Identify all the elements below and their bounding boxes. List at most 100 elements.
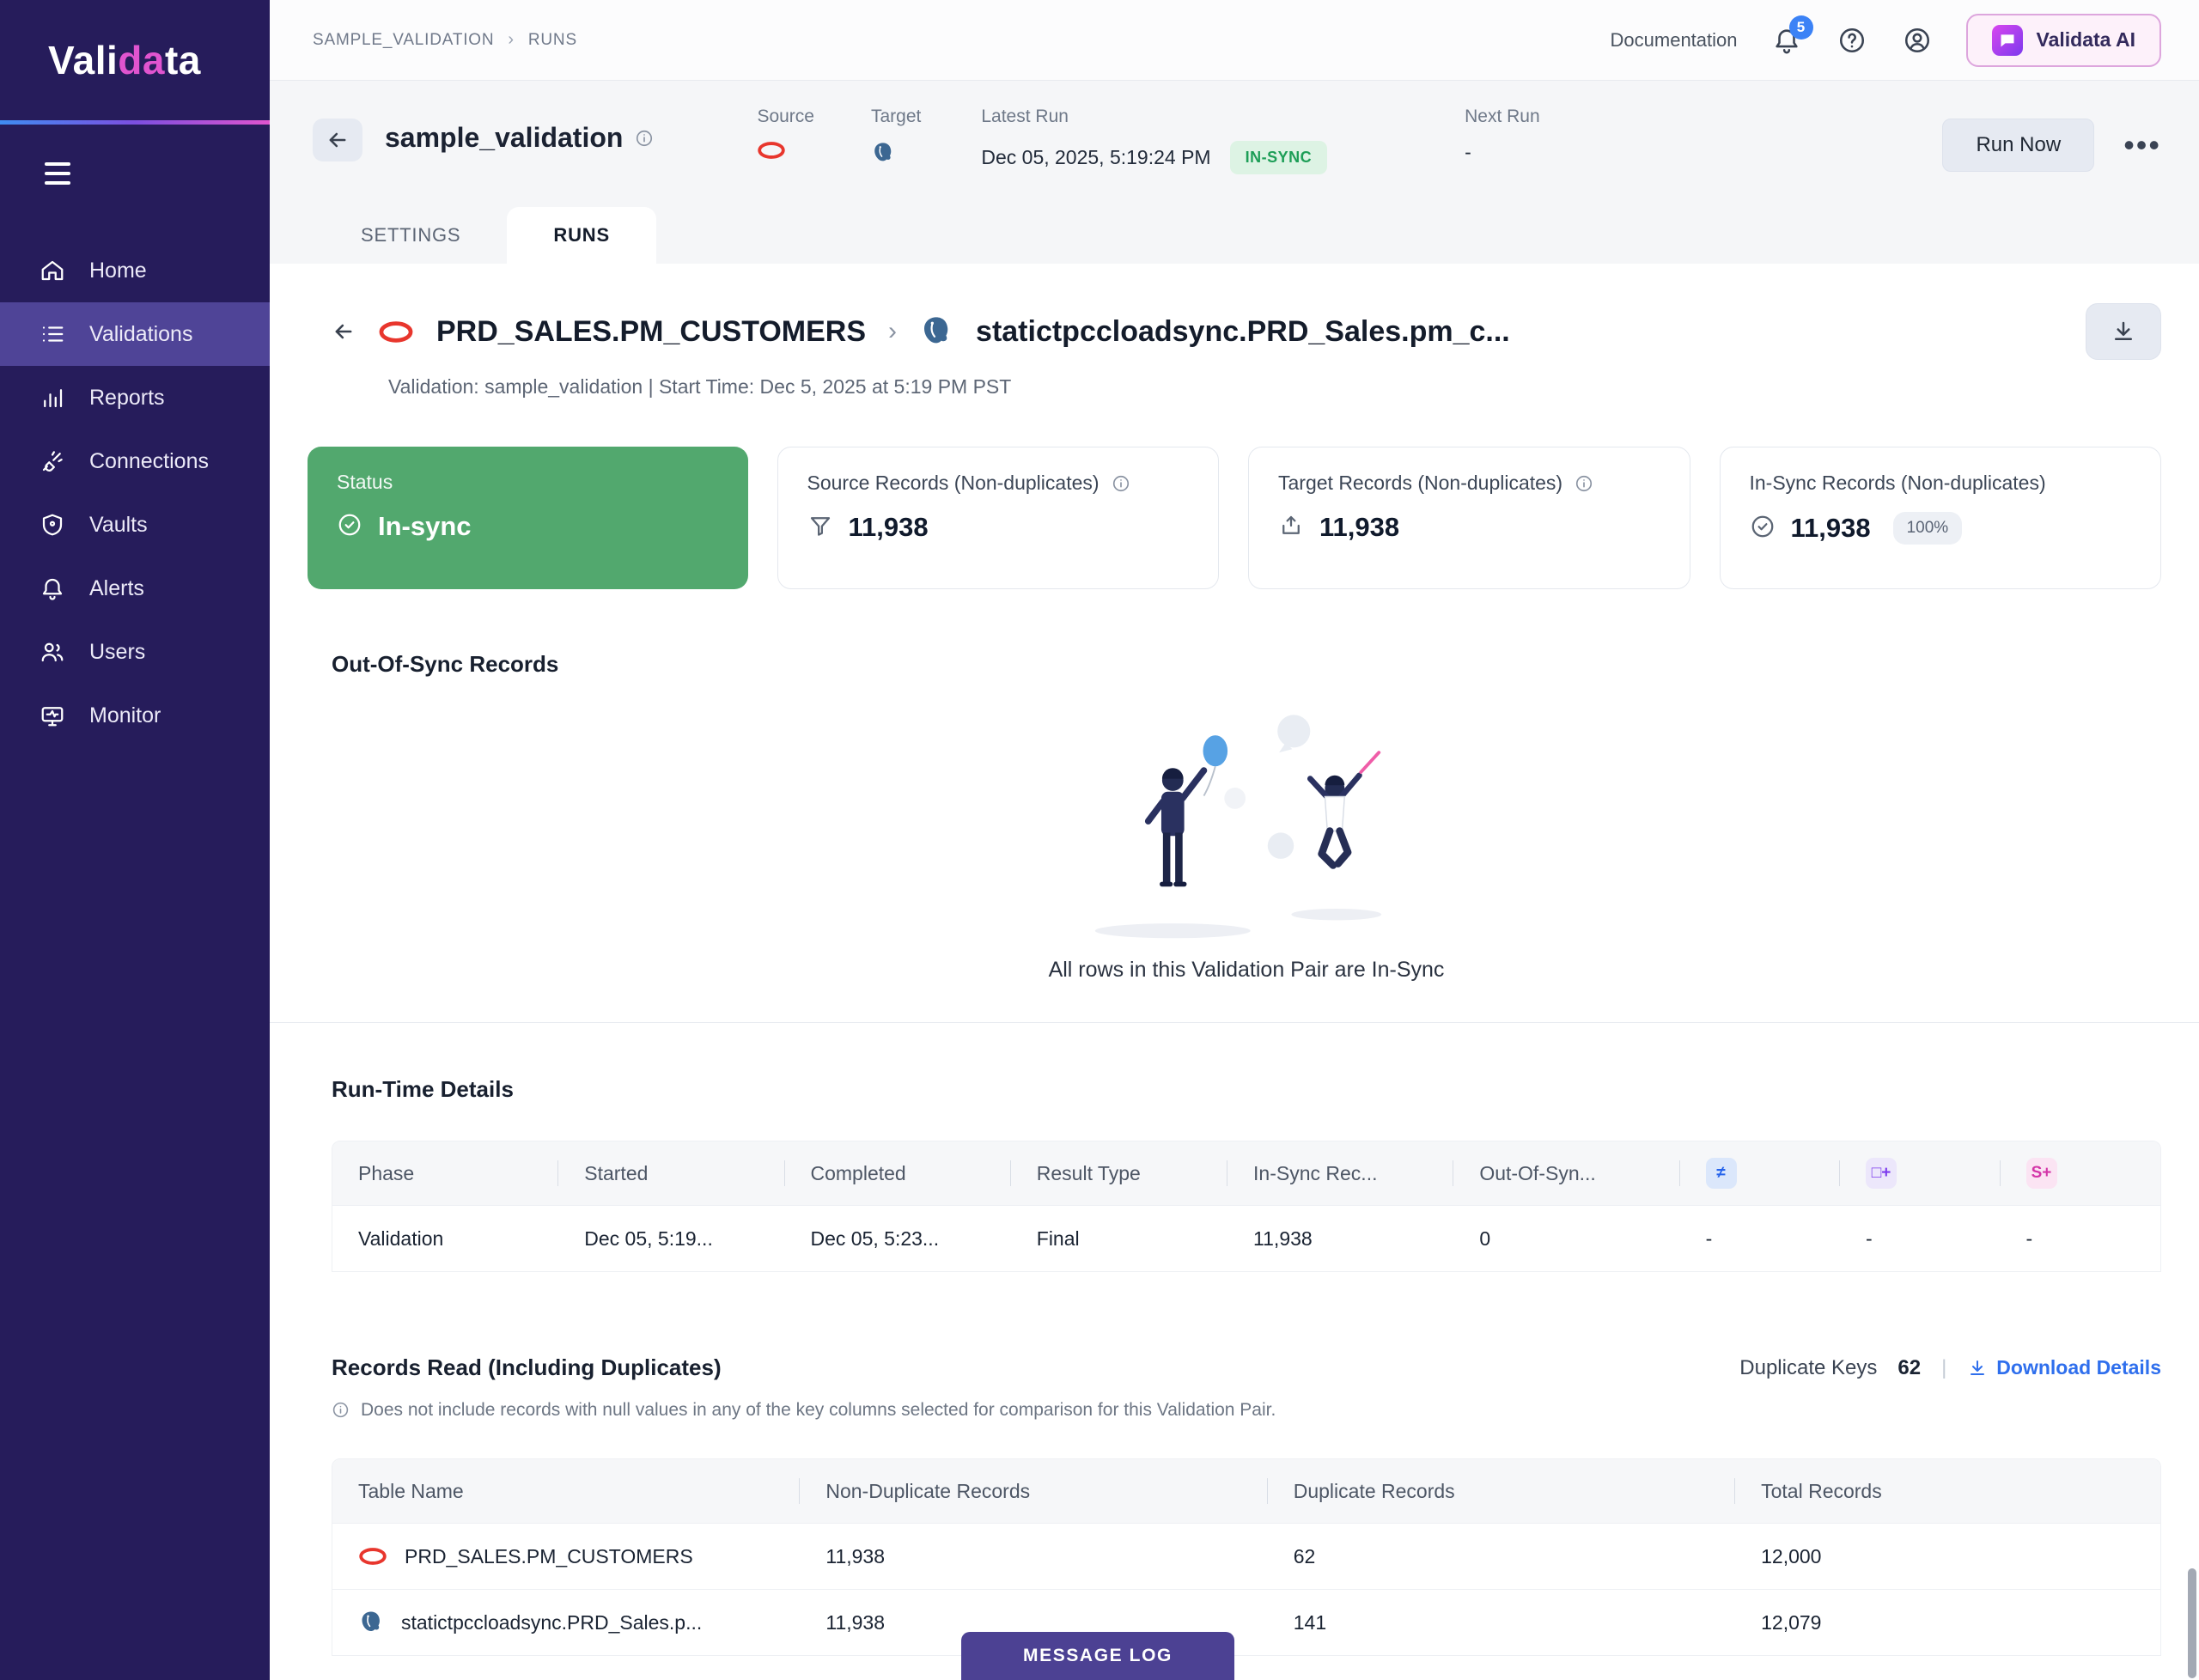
shield-icon (40, 512, 65, 538)
sidebar-item-label: Home (89, 259, 147, 283)
sidebar: Validata Home Validations Reports Connec… (0, 0, 270, 1680)
records-table-header: Table Name Non-Duplicate Records Duplica… (332, 1459, 2160, 1523)
sidebar-item-users[interactable]: Users (0, 620, 270, 684)
account-button[interactable] (1901, 24, 1934, 57)
brand-logo-text: Validata (48, 37, 201, 83)
oracle-icon (757, 141, 814, 160)
oracle-icon (358, 1547, 387, 1566)
check-circle-icon (337, 512, 362, 542)
target-records-label: Target Records (Non-duplicates) (1278, 472, 1562, 495)
topbar-actions: Documentation 5 Validata AI (1611, 14, 2161, 67)
breadcrumb-item-runs[interactable]: RUNS (528, 31, 577, 50)
gradient-divider (0, 120, 270, 125)
chart-bars-icon (40, 385, 65, 411)
cell-duplicate: 141 (1268, 1590, 1735, 1655)
sidebar-item-validations[interactable]: Validations (0, 302, 270, 366)
tab-settings[interactable]: SETTINGS (314, 207, 507, 264)
source-table-name: PRD_SALES.PM_CUSTOMERS (436, 315, 866, 349)
latest-run-value: Dec 05, 2025, 5:19:24 PM (981, 146, 1210, 169)
celebration-illustration (1075, 700, 1418, 946)
tab-bar: SETTINGS RUNS (313, 207, 2161, 264)
records-read-heading: Records Read (Including Duplicates) (332, 1354, 722, 1381)
sidebar-item-connections[interactable]: Connections (0, 429, 270, 493)
checklist-icon (40, 321, 65, 347)
tray-arrow-icon (1278, 513, 1304, 543)
insync-percent-badge: 100% (1893, 512, 1963, 545)
insync-records-label: In-Sync Records (Non-duplicates) (1750, 472, 2046, 495)
cell-started: Dec 05, 5:19... (558, 1206, 784, 1271)
download-report-button[interactable] (2086, 303, 2161, 360)
help-button[interactable] (1836, 24, 1868, 57)
sidebar-item-alerts[interactable]: Alerts (0, 557, 270, 620)
column-header: Started (558, 1141, 784, 1205)
download-details-label: Download Details (1996, 1356, 2161, 1379)
documentation-link[interactable]: Documentation (1611, 29, 1738, 52)
cell-result-type: Final (1011, 1206, 1227, 1271)
more-options-button[interactable]: ••• (2123, 137, 2161, 154)
separator: | (1941, 1356, 1946, 1380)
breadcrumb: SAMPLE_VALIDATION › RUNS (313, 30, 577, 50)
back-button[interactable] (313, 119, 362, 161)
sidebar-item-reports[interactable]: Reports (0, 366, 270, 429)
target-added-icon: □+ (1866, 1158, 1897, 1189)
source-records-card: Source Records (Non-duplicates) 11,938 (777, 447, 1220, 589)
runtime-table-header: Phase Started Completed Result Type In-S… (332, 1141, 2160, 1205)
runtime-details-section: Run-Time Details Phase Started Completed… (332, 1076, 2161, 1272)
notifications-button[interactable]: 5 (1770, 24, 1803, 57)
logo-part-accent: da (118, 38, 165, 82)
pair-back-button[interactable] (332, 320, 356, 344)
info-icon[interactable] (1575, 474, 1593, 493)
next-run-label: Next Run (1465, 107, 1540, 127)
column-header: Out-Of-Syn... (1453, 1141, 1679, 1205)
hamburger-menu-icon[interactable] (45, 162, 76, 191)
cell-outofsync-records: 0 (1453, 1206, 1679, 1271)
ai-chat-icon (1992, 25, 2023, 56)
topbar: SAMPLE_VALIDATION › RUNS Documentation 5 (270, 0, 2199, 81)
next-run-value: - (1465, 141, 1540, 164)
info-icon[interactable] (1112, 474, 1130, 493)
download-details-link[interactable]: Download Details (1967, 1356, 2161, 1379)
column-header: Table Name (332, 1459, 800, 1523)
main-area: SAMPLE_VALIDATION › RUNS Documentation 5 (270, 0, 2199, 1680)
users-icon (40, 639, 65, 665)
cell-completed: Dec 05, 5:23... (785, 1206, 1011, 1271)
section-divider (270, 1022, 2199, 1023)
sidebar-item-vaults[interactable]: Vaults (0, 493, 270, 557)
sidebar-item-monitor[interactable]: Monitor (0, 684, 270, 747)
app-root: Validata Home Validations Reports Connec… (0, 0, 2199, 1680)
sidebar-item-home[interactable]: Home (0, 239, 270, 302)
records-table-row: statictpccloadsync.PRD_Sales.p... 11,938… (332, 1589, 2160, 1655)
scrollbar-thumb[interactable] (2188, 1568, 2196, 1678)
ai-button-label: Validata AI (2037, 28, 2135, 52)
info-icon[interactable] (635, 129, 654, 148)
sidebar-item-label: Users (89, 640, 145, 665)
arrow-left-icon (332, 320, 356, 344)
target-records-card: Target Records (Non-duplicates) 11,938 (1248, 447, 1690, 589)
out-of-sync-section: Out-Of-Sync Records (332, 651, 2161, 991)
out-of-sync-heading: Out-Of-Sync Records (332, 651, 2161, 678)
insync-records-card: In-Sync Records (Non-duplicates) 11,938 … (1720, 447, 2162, 589)
duplicate-keys-label: Duplicate Keys (1739, 1356, 1877, 1380)
not-equal-icon: ≠ (1706, 1158, 1737, 1189)
cell-total: 12,079 (1735, 1590, 2160, 1655)
arrow-left-icon (326, 128, 350, 152)
download-icon (1967, 1358, 1988, 1379)
run-meta: Validation: sample_validation | Start Ti… (388, 375, 2161, 399)
records-read-section: Records Read (Including Duplicates) Dupl… (332, 1354, 2161, 1665)
cell-non-duplicate: 11,938 (800, 1524, 1267, 1589)
postgresql-icon (871, 141, 921, 165)
column-header: Duplicate Records (1268, 1459, 1735, 1523)
home-icon (40, 258, 65, 283)
tab-runs[interactable]: RUNS (507, 207, 656, 264)
info-icon (332, 1401, 350, 1420)
chevron-right-icon: › (888, 317, 897, 346)
run-now-button[interactable]: Run Now (1942, 119, 2094, 172)
sidebar-item-label: Reports (89, 386, 165, 411)
source-records-value: 11,938 (849, 512, 929, 543)
page-title: sample_validation (385, 122, 623, 154)
breadcrumb-item-validation[interactable]: SAMPLE_VALIDATION (313, 31, 494, 50)
cell-total: 12,000 (1735, 1524, 2160, 1589)
validata-ai-button[interactable]: Validata AI (1966, 14, 2161, 67)
check-circle-icon (1750, 514, 1776, 544)
message-log-button[interactable]: MESSAGE LOG (961, 1632, 1234, 1680)
